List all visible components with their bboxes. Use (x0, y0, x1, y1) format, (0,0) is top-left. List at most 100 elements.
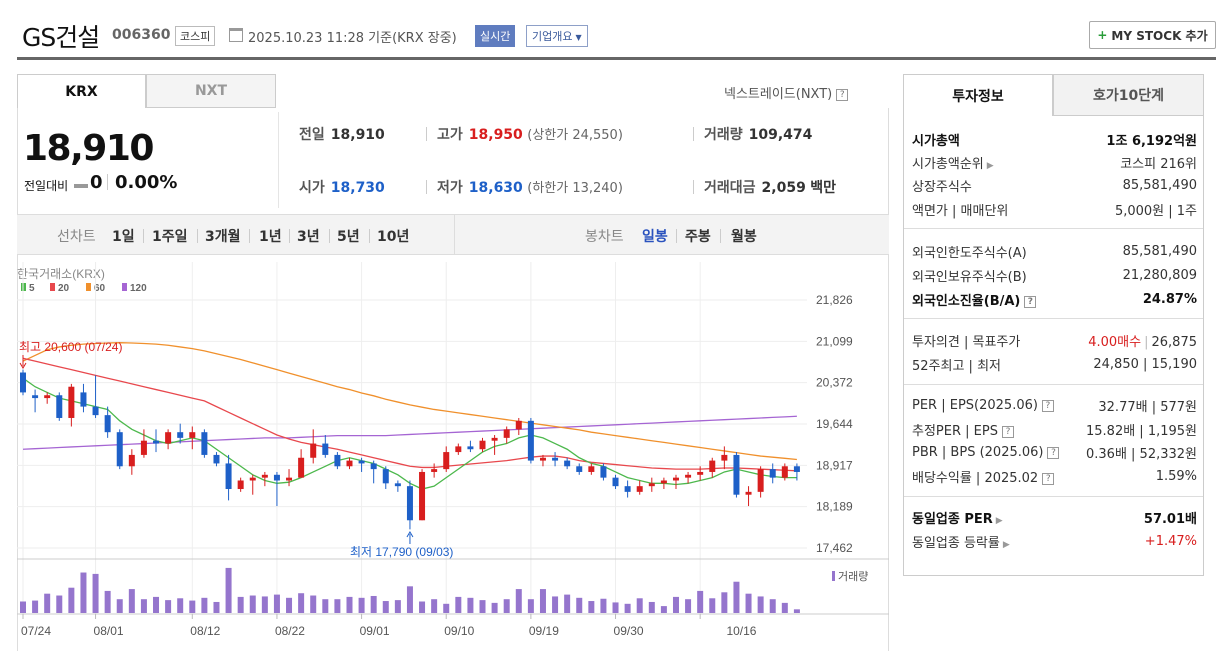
legend-label: 5 (29, 283, 35, 294)
x-tick-label: 09/30 (614, 624, 644, 638)
candle-body (479, 440, 486, 450)
add-mystock-button[interactable]: + MY STOCK 추가 (1089, 21, 1216, 49)
volume-bar (273, 594, 280, 613)
market-badge: 코스피 (175, 26, 216, 46)
volume-bar (781, 602, 788, 613)
chevron-right-icon: ▶ (1002, 539, 1010, 550)
period-divider (143, 229, 144, 243)
candle-body (527, 420, 534, 461)
opinion-value: 4.00매수 (1088, 334, 1142, 350)
period-5y[interactable]: 5년 (337, 226, 360, 246)
candle-body (286, 477, 293, 481)
volume-bar (697, 590, 704, 613)
row-value: 5,000원 | 1주 (1114, 203, 1197, 219)
row-cap-rank[interactable]: 시가총액순위 ▶ 코스피 216위 (912, 151, 1197, 173)
quote-datetime: 2025.10.23 11:28 기준(KRX 장중) (248, 31, 457, 46)
period-1y[interactable]: 1년 (259, 226, 282, 246)
candle-body (721, 454, 728, 461)
volume-bar (503, 599, 510, 613)
tab-nxt[interactable]: NXT (146, 74, 276, 108)
candle-body (552, 457, 559, 461)
help-icon[interactable]: ? (1042, 472, 1055, 485)
row-dividend: 배당수익률 | 2025.02? 1.59% (912, 465, 1197, 487)
tab-invest-info[interactable]: 투자정보 (903, 74, 1053, 116)
y-tick-label: 21,826 (816, 293, 853, 307)
stat-amount: 거래대금 2,059 백만 (704, 177, 836, 197)
row-52week: 52주최고 | 최저 24,850 | 15,190 (912, 353, 1197, 375)
candle-weekly[interactable]: 주봉 (685, 226, 711, 246)
period-divider (249, 229, 250, 243)
volume-bar (479, 600, 486, 613)
candle-daily[interactable]: 일봉 (642, 226, 668, 246)
row-value: 1조 6,192억원 (1106, 133, 1197, 149)
period-1d[interactable]: 1일 (112, 226, 135, 246)
volume-bar (745, 593, 752, 613)
candle-body (394, 483, 401, 487)
volume-bar (406, 586, 413, 613)
candle-body (44, 395, 51, 399)
nextrade-link[interactable]: 넥스트레이드(NXT)? (724, 83, 849, 102)
volume-bar (310, 595, 317, 613)
volume-bar (165, 600, 172, 613)
tab-krx[interactable]: KRX (17, 74, 146, 108)
y-tick-label: 19,644 (816, 417, 853, 431)
volume-bar (322, 599, 329, 613)
candle-body (455, 446, 462, 453)
x-tick-label: 09/10 (444, 624, 474, 638)
help-icon[interactable]: ? (1047, 446, 1060, 459)
period-divider (289, 229, 290, 243)
candle-body (201, 432, 208, 455)
help-icon[interactable]: ? (1041, 399, 1054, 412)
row-sector-per[interactable]: 동일업종 PER ▶ 57.01배 (912, 506, 1197, 528)
x-tick-label: 08/01 (94, 624, 124, 638)
volume-bar (68, 587, 75, 613)
change-value: 0 (90, 172, 103, 193)
high-annotation: 최고 20,600 (07/24) (19, 340, 122, 354)
tab-orderbook[interactable]: 호가10단계 (1053, 74, 1204, 116)
candle-body (781, 466, 788, 478)
volume-bar (261, 596, 268, 613)
stat-volume-value: 109,474 (748, 127, 813, 143)
company-overview-dropdown[interactable]: 기업개요 ▼ (526, 25, 588, 47)
stats-divider (278, 112, 279, 208)
volume-bar (201, 597, 208, 613)
stat-amount-value: 2,059 (761, 180, 806, 196)
volume-bar (491, 602, 498, 613)
help-icon[interactable]: ? (1001, 425, 1014, 438)
period-divider (369, 229, 370, 243)
candle-body (431, 469, 438, 472)
help-icon[interactable]: ? (836, 89, 849, 101)
stat-divider (426, 127, 427, 141)
realtime-button[interactable]: 실시간 (475, 25, 516, 47)
chart-grid (17, 262, 807, 614)
candle-body (68, 386, 75, 418)
ma20-line (22, 357, 797, 472)
period-3y[interactable]: 3년 (297, 226, 320, 246)
calendar-icon (229, 28, 243, 42)
section-divider (904, 228, 1203, 229)
volume-bar (757, 596, 764, 613)
candle-body (104, 415, 111, 433)
legend-swatch (122, 283, 127, 291)
row-sector-change[interactable]: 동일업종 등락률 ▶ +1.47% (912, 530, 1197, 552)
candle-body (249, 477, 256, 481)
stat-low-value: 18,630 (468, 180, 523, 196)
period-10y[interactable]: 10년 (377, 226, 409, 246)
period-3m[interactable]: 3개월 (205, 226, 241, 246)
candle-body (20, 372, 26, 393)
candle-monthly[interactable]: 월봉 (731, 226, 757, 246)
stat-upper-limit: (상한가 24,550) (527, 128, 623, 143)
y-tick-label: 20,372 (816, 376, 853, 390)
section-divider (904, 384, 1203, 385)
row-per-eps: PER | EPS(2025.06)? 32.77배 | 577원 (912, 394, 1197, 416)
price-chart[interactable]: 한국거래소(KRX) 5 20 60 120 최고 20,600 (07/24)최저 … (17, 262, 889, 651)
y-axis: 21,826 21,099 20,372 19,644 18,917 18,189 17,4… (816, 293, 853, 555)
row-value: 0.36배 | 52,332원 (1086, 446, 1197, 462)
candle-body (648, 483, 655, 487)
chart-title: 한국거래소(KRX) (17, 267, 105, 281)
company-name: GS건설 (22, 23, 100, 52)
help-icon[interactable]: ? (1024, 295, 1037, 308)
period-1w[interactable]: 1주일 (152, 226, 188, 246)
row-pbr-bps: PBR | BPS (2025.06)? 0.36배 | 52,332원 (912, 441, 1197, 463)
row-label: 외국인보유주식수(B) (912, 269, 1027, 285)
